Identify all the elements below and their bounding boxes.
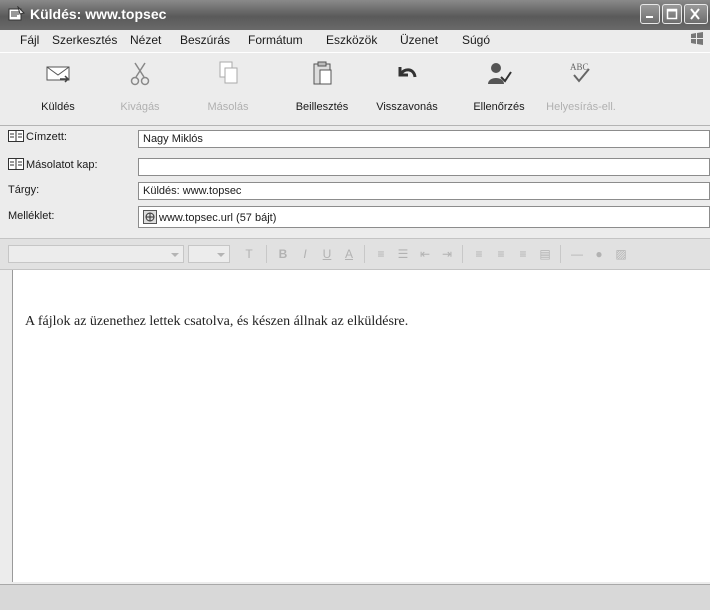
hyperlink-icon[interactable]: ● (590, 245, 608, 263)
message-body[interactable]: A fájlok az üzenethez lettek csatolva, é… (12, 270, 710, 582)
title-bar[interactable]: Küldés: www.topsec (0, 0, 710, 30)
bold-icon[interactable]: B (274, 245, 292, 263)
status-bar (0, 584, 710, 610)
paste-button[interactable]: Beillesztés (288, 55, 356, 117)
url-file-icon (143, 210, 157, 227)
body-text: A fájlok az üzenethez lettek csatolva, é… (25, 314, 409, 329)
copy-button[interactable]: Másolás (200, 55, 256, 117)
separator (560, 245, 561, 263)
check-names-button[interactable]: Ellenőrzés (466, 55, 532, 117)
align-center-icon[interactable]: ≡ (492, 245, 510, 263)
menu-view[interactable]: Nézet (130, 33, 161, 47)
cut-button[interactable]: Kivágás (112, 55, 168, 117)
decrease-indent-icon[interactable]: ⇤ (416, 245, 434, 263)
menu-tools[interactable]: Eszközök (326, 33, 377, 47)
subject-label: Tárgy: (8, 184, 40, 196)
horizontal-line-icon[interactable]: — (568, 245, 586, 263)
address-book-icon (8, 158, 24, 173)
font-size-select[interactable] (188, 245, 230, 263)
send-icon (44, 59, 72, 90)
numbered-list-icon[interactable]: ≡ (372, 245, 390, 263)
attachment-label: Melléklet: (8, 210, 55, 222)
menu-insert[interactable]: Beszúrás (180, 33, 230, 47)
toolbar: Küldés Kivágás Másolás Beillesztés Vissz… (0, 52, 710, 126)
send-button[interactable]: Küldés (28, 55, 88, 117)
check-names-icon (485, 59, 513, 90)
justify-icon[interactable]: ▤ (536, 245, 554, 263)
bullet-list-icon[interactable]: ☰ (394, 245, 412, 263)
font-color-icon[interactable]: A (340, 245, 358, 263)
window-title: Küldés: www.topsec (30, 6, 167, 22)
message-header: Címzett: Nagy Miklós Másolatot kap: Tárg… (0, 126, 710, 236)
compose-window: Küldés: www.topsec Fájl Szerkesztés Néze… (0, 0, 710, 610)
cc-field[interactable] (138, 158, 710, 176)
font-select[interactable] (8, 245, 184, 263)
svg-text:ABC: ABC (570, 62, 589, 72)
menu-message[interactable]: Üzenet (400, 33, 438, 47)
align-left-icon[interactable]: ≡ (470, 245, 488, 263)
cc-label[interactable]: Másolatot kap: (8, 158, 98, 173)
increase-indent-icon[interactable]: ⇥ (438, 245, 456, 263)
minimize-button[interactable] (640, 4, 660, 24)
formatting-toolbar: T B I U A ≡ ☰ ⇤ ⇥ ≡ ≡ ≡ ▤ — ● ▨ (0, 238, 710, 270)
undo-icon (393, 59, 421, 90)
underline-icon[interactable]: U (318, 245, 336, 263)
menu-file[interactable]: Fájl (20, 33, 39, 47)
to-label[interactable]: Címzett: (8, 130, 67, 145)
separator (462, 245, 463, 263)
italic-icon[interactable]: I (296, 245, 314, 263)
address-book-icon (8, 130, 24, 145)
paste-icon (308, 59, 336, 90)
spelling-icon: ABC (567, 59, 595, 90)
align-right-icon[interactable]: ≡ (514, 245, 532, 263)
spelling-button[interactable]: ABC Helyesírás-ell. (540, 55, 622, 117)
subject-field[interactable]: Küldés: www.topsec (138, 182, 710, 200)
to-field[interactable]: Nagy Miklós (138, 130, 710, 148)
insert-picture-icon[interactable]: ▨ (612, 245, 630, 263)
separator (364, 245, 365, 263)
attachment-field[interactable]: www.topsec.url (57 bájt) (138, 206, 710, 228)
separator (266, 245, 267, 263)
paragraph-style-icon[interactable]: T (240, 245, 258, 263)
scissors-icon (126, 59, 154, 90)
message-icon (8, 5, 26, 22)
close-button[interactable] (684, 4, 708, 24)
copy-icon (214, 59, 242, 90)
undo-button[interactable]: Visszavonás (370, 55, 444, 117)
menu-bar: Fájl Szerkesztés Nézet Beszúrás Formátum… (0, 32, 710, 50)
menu-edit[interactable]: Szerkesztés (52, 33, 117, 47)
maximize-button[interactable] (662, 4, 682, 24)
attachment-name[interactable]: www.topsec.url (57 bájt) (159, 212, 276, 224)
menu-format[interactable]: Formátum (248, 33, 303, 47)
windows-logo-icon (690, 30, 704, 46)
menu-help[interactable]: Súgó (462, 33, 490, 47)
